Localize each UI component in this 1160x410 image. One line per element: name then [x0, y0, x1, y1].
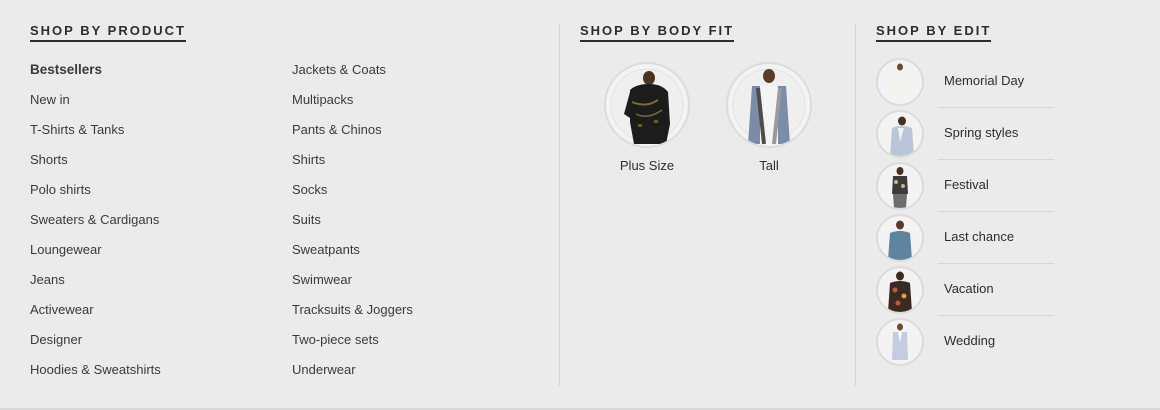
column-divider: [559, 24, 560, 386]
product-link-pants-chinos[interactable]: Pants & Chinos: [292, 120, 413, 150]
edit-item-spring-styles[interactable]: Spring styles: [876, 110, 1056, 162]
product-link-bestsellers[interactable]: Bestsellers: [30, 60, 161, 90]
product-link-shirts[interactable]: Shirts: [292, 150, 413, 180]
memorial-day-image: [876, 58, 924, 106]
product-link-sweatpants[interactable]: Sweatpants: [292, 240, 413, 270]
product-link-shorts[interactable]: Shorts: [30, 150, 161, 180]
body-fit-plus-size[interactable]: Plus Size: [604, 62, 690, 173]
edit-label: Wedding: [944, 333, 996, 348]
festival-image: [876, 162, 924, 210]
product-link-suits[interactable]: Suits: [292, 210, 413, 240]
edit-label: Last chance: [944, 229, 1015, 244]
edit-label: Vacation: [944, 281, 994, 296]
product-link-swimwear[interactable]: Swimwear: [292, 270, 413, 300]
navigation-menu: SHOP BY PRODUCT Bestsellers New in T-Shi…: [0, 0, 1160, 408]
edit-item-vacation[interactable]: Vacation: [876, 266, 1056, 318]
column-divider: [855, 24, 856, 386]
edit-item-memorial-day[interactable]: Memorial Day: [876, 58, 1056, 110]
edit-separator: [938, 263, 1054, 264]
product-link-socks[interactable]: Socks: [292, 180, 413, 210]
body-fit-tall[interactable]: Tall: [726, 62, 812, 173]
last-chance-image: [876, 214, 924, 262]
product-link-sweaters-cardigans[interactable]: Sweaters & Cardigans: [30, 210, 161, 240]
edit-separator: [938, 159, 1054, 160]
product-link-jeans[interactable]: Jeans: [30, 270, 161, 300]
edit-label: Memorial Day: [944, 73, 1025, 88]
product-link-designer[interactable]: Designer: [30, 330, 161, 360]
shop-by-product-heading: SHOP BY PRODUCT: [30, 22, 186, 42]
product-link-new-in[interactable]: New in: [30, 90, 161, 120]
product-link-hoodies-sweatshirts[interactable]: Hoodies & Sweatshirts: [30, 360, 161, 390]
shop-by-body-fit-heading: SHOP BY BODY FIT: [580, 22, 735, 42]
shop-by-edit-heading: SHOP BY EDIT: [876, 22, 992, 42]
product-link-loungewear[interactable]: Loungewear: [30, 240, 161, 270]
edit-item-wedding[interactable]: Wedding: [876, 318, 1056, 370]
product-link-tshirts-tanks[interactable]: T-Shirts & Tanks: [30, 120, 161, 150]
product-link-tracksuits-joggers[interactable]: Tracksuits & Joggers: [292, 300, 413, 330]
edit-label: Festival: [944, 177, 989, 192]
edit-list: Memorial Day Spring styles Festival Last…: [876, 58, 1056, 370]
product-link-underwear[interactable]: Underwear: [292, 360, 413, 390]
tall-model-image: [726, 62, 812, 148]
edit-separator: [938, 315, 1054, 316]
wedding-image: [876, 318, 924, 366]
spring-styles-image: [876, 110, 924, 158]
edit-item-last-chance[interactable]: Last chance: [876, 214, 1056, 266]
edit-separator: [938, 107, 1054, 108]
product-link-activewear[interactable]: Activewear: [30, 300, 161, 330]
edit-separator: [938, 211, 1054, 212]
product-link-two-piece-sets[interactable]: Two-piece sets: [292, 330, 413, 360]
product-list-column-2: Jackets & Coats Multipacks Pants & Chino…: [292, 60, 413, 390]
product-link-polo-shirts[interactable]: Polo shirts: [30, 180, 161, 210]
product-link-jackets-coats[interactable]: Jackets & Coats: [292, 60, 413, 90]
product-link-multipacks[interactable]: Multipacks: [292, 90, 413, 120]
body-fit-label: Plus Size: [619, 158, 675, 173]
plus-size-model-image: [604, 62, 690, 148]
edit-label: Spring styles: [944, 125, 1019, 140]
vacation-image: [876, 266, 924, 314]
edit-item-festival[interactable]: Festival: [876, 162, 1056, 214]
product-list-column-1: Bestsellers New in T-Shirts & Tanks Shor…: [30, 60, 161, 390]
body-fit-label: Tall: [759, 158, 779, 173]
